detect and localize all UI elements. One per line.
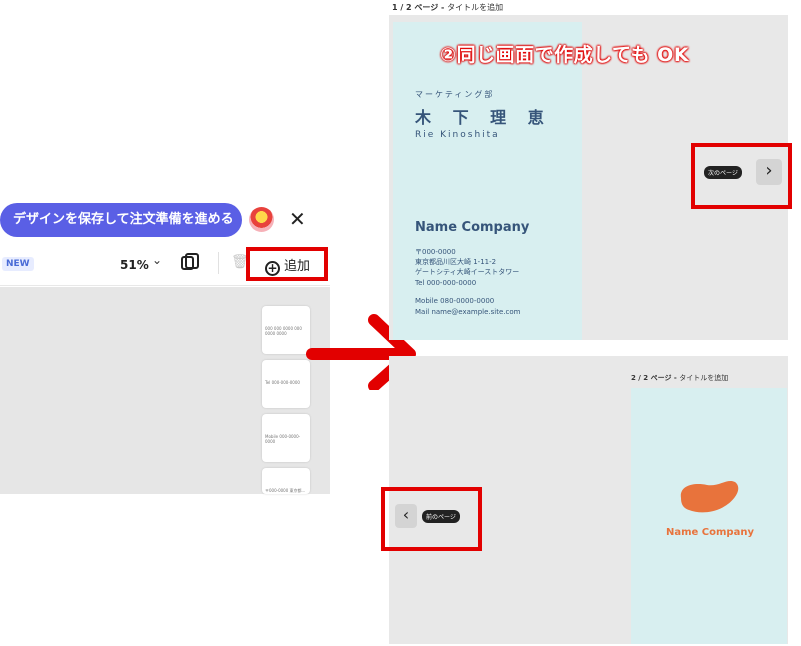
card-department: マーケティング部: [415, 90, 495, 99]
business-card-front[interactable]: [393, 22, 582, 340]
page-label: 1 / 2 ページ - タイトルを追加: [392, 3, 504, 12]
page-label: 2 / 2 ページ - タイトルを追加: [631, 374, 729, 382]
card-name-en: Rie Kinoshita: [415, 130, 500, 140]
card-mobile: Mobile 080-0000-0000: [415, 297, 495, 305]
card-address1: 東京都品川区大崎 1-11-2: [415, 258, 497, 266]
card-address2: ゲートシティ大崎イーストタワー: [415, 268, 520, 276]
card-company-back: Name Company: [666, 527, 754, 538]
highlight-add-button: [246, 247, 328, 281]
close-icon[interactable]: ✕: [289, 207, 306, 232]
zoom-level[interactable]: 51%: [120, 258, 149, 272]
save-and-order-button[interactable]: デザインを保存して注文準備を進める: [0, 203, 242, 237]
card-name-jp: 木 下 理 恵: [415, 108, 552, 127]
highlight-prev-button: [381, 487, 482, 551]
page-thumbnail[interactable]: Mobile 000-0000-0000: [262, 414, 310, 462]
card-mail: Mail name@example.site.com: [415, 308, 521, 316]
new-badge: NEW: [2, 257, 34, 271]
page-thumbnail[interactable]: 〒000-0000 東京都...: [262, 468, 310, 494]
duplicate-page-icon[interactable]: [181, 253, 199, 270]
company-logo-blob: [680, 480, 739, 513]
avatar[interactable]: [249, 207, 274, 232]
toolbar-divider: [218, 252, 219, 274]
highlight-next-button: [691, 143, 792, 209]
toolbar-divider-line: [0, 285, 330, 286]
card-postal: 〒000-0000: [415, 248, 456, 256]
business-card-back[interactable]: [631, 388, 787, 644]
card-tel: Tel 000-000-0000: [415, 279, 477, 287]
chevron-down-icon[interactable]: ⌄: [152, 253, 162, 267]
card-company: Name Company: [415, 220, 530, 235]
annotation-headline: ②同じ画面で作成しても OK: [440, 44, 690, 66]
